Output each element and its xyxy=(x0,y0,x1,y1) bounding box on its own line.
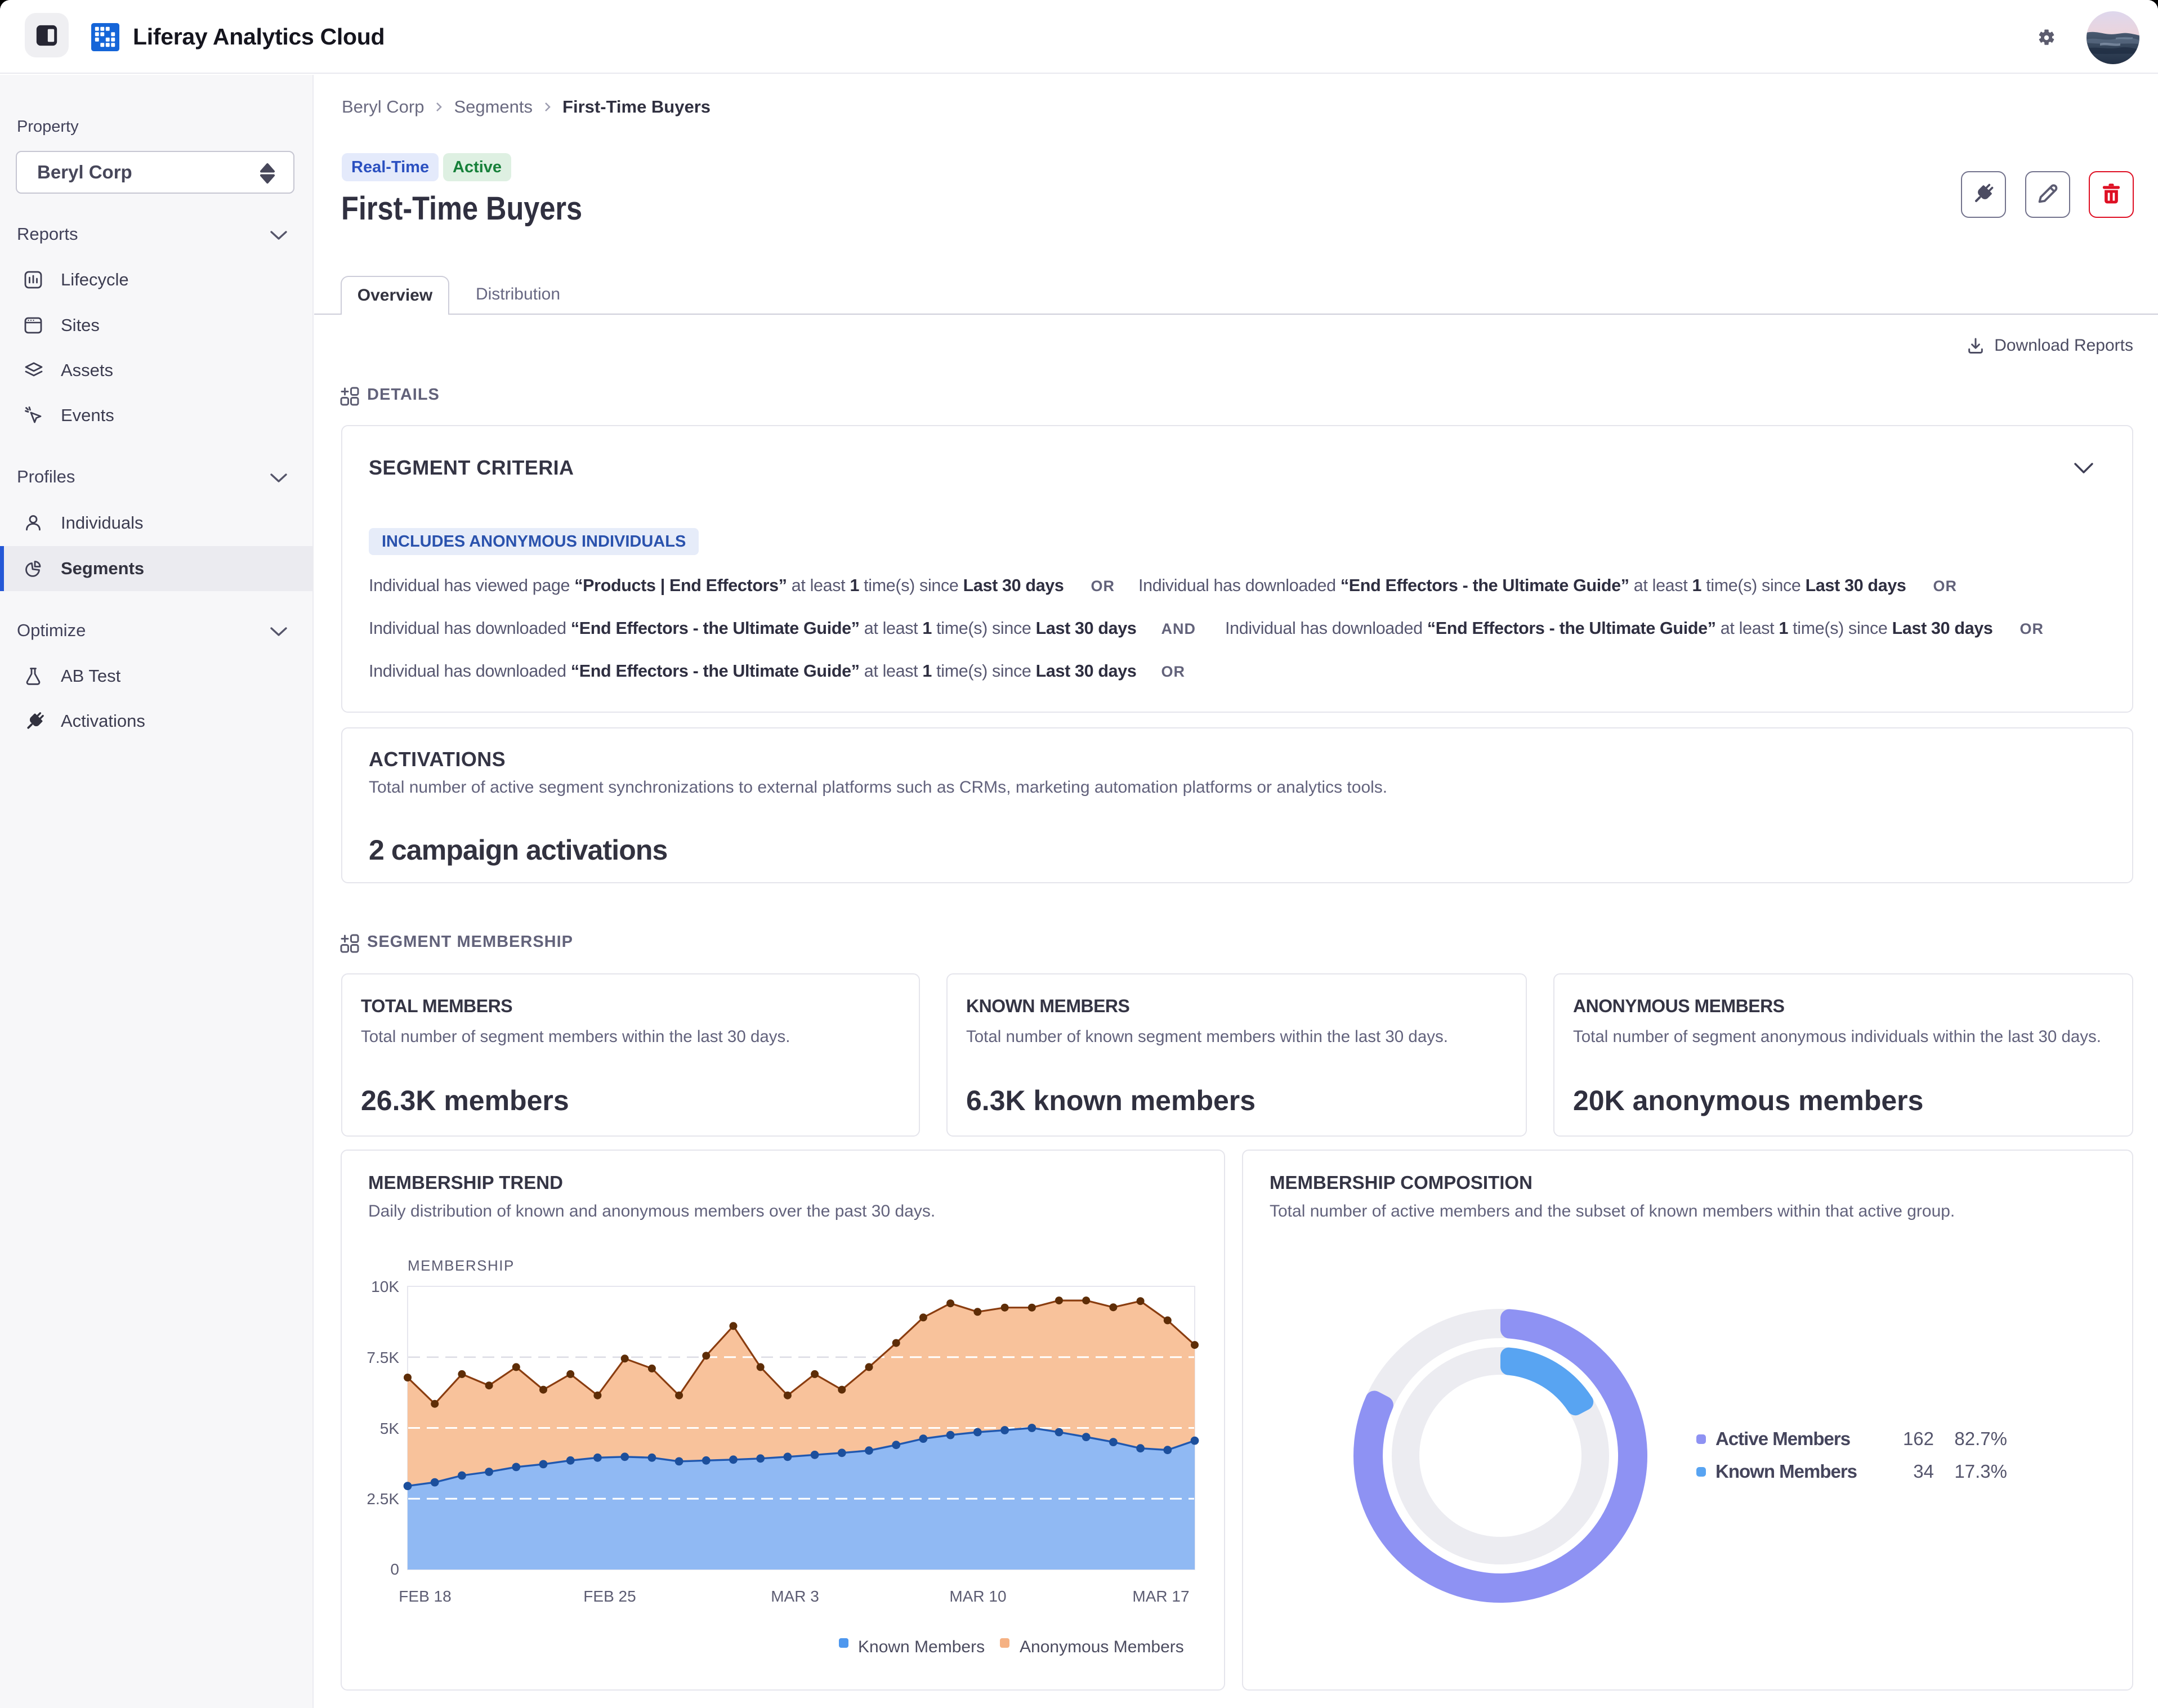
svg-text:FEB 18: FEB 18 xyxy=(399,1588,451,1605)
svg-text:10K: 10K xyxy=(371,1278,399,1295)
svg-text:Known Members: Known Members xyxy=(1715,1461,1857,1482)
svg-text:MAR 10: MAR 10 xyxy=(949,1588,1006,1605)
svg-text:2.5K: 2.5K xyxy=(367,1490,399,1508)
svg-text:34: 34 xyxy=(1913,1461,1934,1482)
svg-text:MAR 17: MAR 17 xyxy=(1132,1588,1189,1605)
svg-text:162: 162 xyxy=(1903,1428,1934,1449)
svg-text:Active Members: Active Members xyxy=(1715,1428,1850,1449)
svg-text:7.5K: 7.5K xyxy=(367,1349,399,1366)
svg-text:FEB 25: FEB 25 xyxy=(583,1588,636,1605)
svg-text:0: 0 xyxy=(390,1561,399,1578)
svg-text:5K: 5K xyxy=(380,1420,400,1437)
svg-text:82.7%: 82.7% xyxy=(1954,1428,2007,1449)
svg-text:MEMBERSHIP: MEMBERSHIP xyxy=(408,1257,515,1274)
svg-text:Anonymous Members: Anonymous Members xyxy=(1020,1638,1184,1656)
svg-text:17.3%: 17.3% xyxy=(1954,1461,2007,1482)
svg-text:MAR 3: MAR 3 xyxy=(771,1588,819,1605)
svg-text:Known Members: Known Members xyxy=(858,1638,985,1656)
